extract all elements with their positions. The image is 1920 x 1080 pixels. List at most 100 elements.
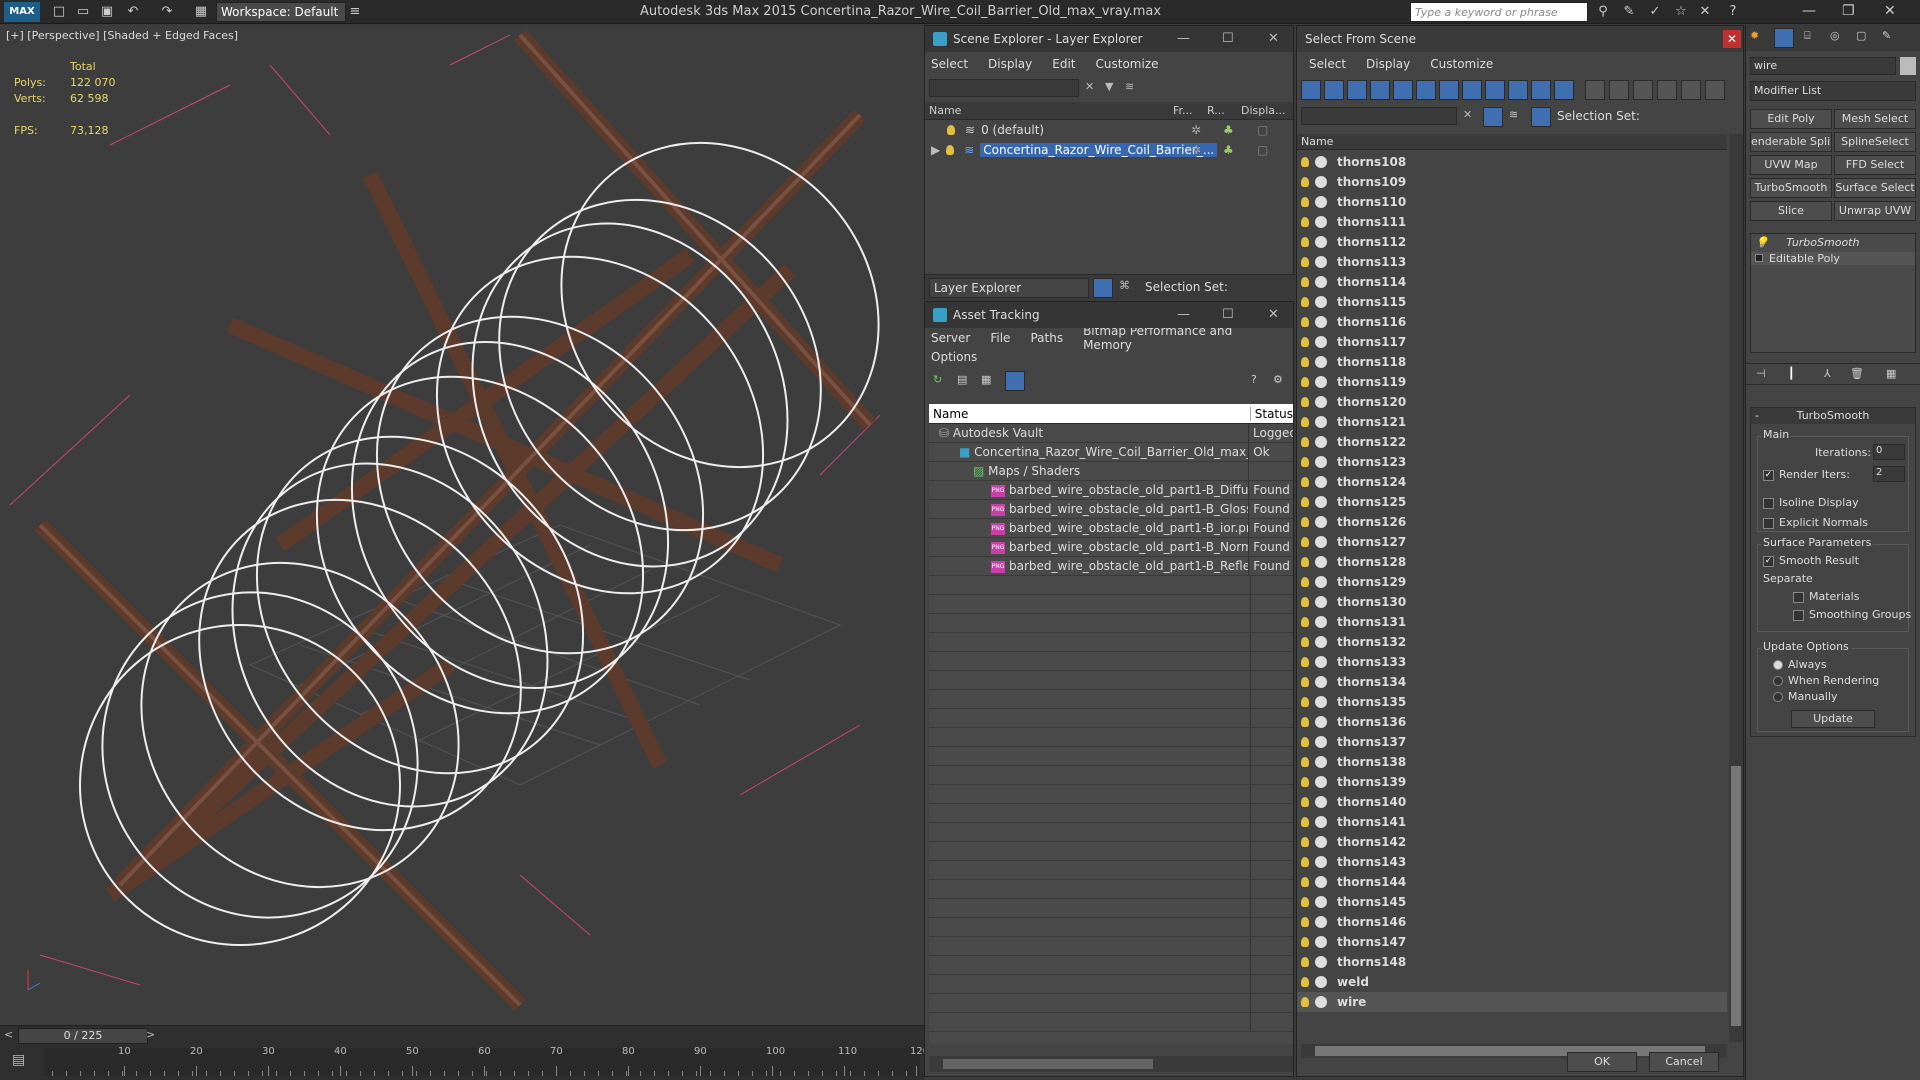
modifier-list-dropdown[interactable]: Modifier List [1750, 81, 1916, 101]
scene-object-row[interactable]: thorns110 [1297, 192, 1727, 212]
render-icon[interactable]: ♣ [1223, 123, 1234, 137]
settings-icon[interactable]: ⚙ [1273, 373, 1283, 386]
display-tab-icon[interactable]: ▢ [1856, 29, 1866, 42]
display-icon[interactable]: ▢ [1257, 123, 1268, 137]
asset-row[interactable]: ■ Concertina_Razor_Wire_Coil_Barrier_Old… [929, 443, 1293, 462]
scene-object-row[interactable]: thorns111 [1297, 212, 1727, 232]
scene-object-row[interactable]: thorns143 [1297, 852, 1727, 872]
scene-object-row[interactable]: thorns128 [1297, 552, 1727, 572]
menu-edit[interactable]: Edit [1052, 57, 1075, 71]
when-rendering-radio[interactable]: When Rendering [1773, 674, 1879, 687]
scene-explorer-search-field[interactable] [929, 79, 1079, 97]
scene-object-row[interactable]: thorns138 [1297, 752, 1727, 772]
isoline-display-checkbox[interactable]: Isoline Display [1763, 496, 1859, 509]
scene-object-row[interactable]: thorns116 [1297, 312, 1727, 332]
layer-visible-icon[interactable] [947, 125, 955, 135]
scene-object-row[interactable]: thorns127 [1297, 532, 1727, 552]
menu-display[interactable]: Display [988, 57, 1032, 71]
hierarchy-toggle-icon[interactable] [1681, 80, 1701, 100]
show-end-result-icon[interactable]: ┃ [1788, 367, 1795, 380]
sfs-menu-customize[interactable]: Customize [1430, 57, 1493, 71]
scene-object-row[interactable]: thorns145 [1297, 892, 1727, 912]
geometry-filter-icon[interactable] [1301, 80, 1321, 100]
scene-object-row[interactable]: thorns139 [1297, 772, 1727, 792]
dialog-close-icon[interactable]: ✕ [1723, 30, 1741, 48]
asset-col-name[interactable]: Name [929, 406, 1251, 421]
scene-object-row[interactable]: thorns126 [1297, 512, 1727, 532]
utilities-tab-icon[interactable]: ✎ [1882, 29, 1891, 42]
help-icon[interactable]: ? [1251, 373, 1257, 386]
sfs-vertical-scrollbar[interactable] [1729, 134, 1743, 1042]
x-tools-icon[interactable]: ✕ [1696, 3, 1714, 21]
restore-window-icon[interactable]: ❐ [1842, 3, 1855, 19]
groups-filter-icon[interactable] [1439, 80, 1459, 100]
scene-object-row[interactable]: thorns124 [1297, 472, 1727, 492]
workspace-menu-icon[interactable]: ≡ [346, 3, 364, 21]
scene-object-row[interactable]: thorns134 [1297, 672, 1727, 692]
modifier-button[interactable]: Slice [1750, 201, 1832, 221]
scene-object-row[interactable]: thorns146 [1297, 912, 1727, 932]
subscription-icon[interactable]: ✎ [1620, 3, 1638, 21]
display-icon[interactable]: ▢ [1257, 143, 1268, 157]
scene-object-row[interactable]: thorns114 [1297, 272, 1727, 292]
col-name[interactable]: Name [925, 104, 1173, 117]
scene-object-row[interactable]: thorns112 [1297, 232, 1727, 252]
detail-view-icon[interactable]: ▦ [981, 373, 991, 386]
save-icon[interactable]: ▣ [98, 3, 116, 21]
scene-object-row[interactable]: thorns147 [1297, 932, 1727, 952]
modifier-button[interactable]: Surface Select [1834, 178, 1916, 198]
smoothing-groups-checkbox[interactable]: Smoothing Groups [1793, 608, 1911, 621]
filter-icon[interactable]: ▼ [1105, 80, 1113, 93]
columns-icon[interactable] [1705, 80, 1725, 100]
communication-icon[interactable]: ✓ [1646, 3, 1664, 21]
search-input[interactable]: Type a keyword or phrase [1410, 2, 1588, 22]
scene-object-row[interactable]: thorns136 [1297, 712, 1727, 732]
modifier-button[interactable]: SplineSelect [1834, 132, 1916, 152]
col-freeze[interactable]: Fr... [1173, 104, 1207, 117]
scene-object-row[interactable]: thorns137 [1297, 732, 1727, 752]
scene-explorer-close-icon[interactable]: ✕ [1268, 26, 1279, 52]
modify-tab-icon[interactable] [1774, 28, 1794, 48]
object-color-swatch[interactable] [1900, 57, 1916, 75]
render-icon[interactable]: ♣ [1223, 143, 1234, 157]
hierarchy-tab-icon[interactable]: ⌸ [1804, 29, 1811, 43]
scene-object-row[interactable]: thorns108 [1297, 152, 1727, 172]
asset-tracking-title-bar[interactable]: Asset Tracking — ☐ ✕ [925, 302, 1293, 328]
asset-row[interactable]: ⛁ Autodesk Vault Logged [929, 424, 1293, 443]
time-slider[interactable]: 0 / 225 [18, 1028, 148, 1044]
asset-tracking-minimize-icon[interactable]: — [1177, 302, 1190, 328]
spacewarps-filter-icon[interactable] [1416, 80, 1436, 100]
scene-object-row[interactable]: thorns121 [1297, 412, 1727, 432]
configure-sets-icon[interactable]: ▦ [1886, 367, 1896, 380]
help-icon[interactable]: ? [1724, 3, 1742, 21]
menu-file[interactable]: File [990, 331, 1010, 345]
explorer-type-dropdown[interactable]: Layer Explorer [929, 278, 1089, 298]
open-file-icon[interactable]: ▭ [74, 3, 92, 21]
object-name-field[interactable]: wire [1750, 57, 1896, 75]
close-window-icon[interactable]: ✕ [1884, 3, 1896, 19]
rollout-title[interactable]: - TurboSmooth [1751, 408, 1915, 424]
asset-tracking-close-icon[interactable]: ✕ [1268, 302, 1279, 328]
scene-object-row[interactable]: thorns129 [1297, 572, 1727, 592]
remove-modifier-icon[interactable]: 🗑 [1850, 367, 1864, 380]
menu-options[interactable]: Options [931, 350, 977, 364]
containers-filter-icon[interactable] [1508, 80, 1528, 100]
scene-explorer-minimize-icon[interactable]: — [1177, 26, 1190, 52]
refresh-icon[interactable]: ↻ [933, 373, 942, 386]
redo-icon[interactable]: ↷ [158, 3, 176, 21]
scene-object-row[interactable]: thorns115 [1297, 292, 1727, 312]
scene-object-row[interactable]: weld [1297, 972, 1727, 992]
asset-row[interactable]: PNG barbed_wire_obstacle_old_part1-B_Refl… [929, 557, 1293, 576]
list-view-icon[interactable]: ▤ [957, 373, 967, 386]
new-file-icon[interactable]: □ [50, 3, 68, 21]
modifier-button[interactable]: enderable Splir [1750, 132, 1832, 152]
hidden-filter-icon[interactable] [1554, 80, 1574, 100]
binoculars-icon[interactable]: ⚲ [1594, 3, 1612, 21]
perspective-viewport[interactable]: [+] [Perspective] [Shaded + Edged Faces]… [0, 25, 924, 1025]
create-tab-icon[interactable]: ✹ [1750, 29, 1759, 42]
sfs-clear-icon[interactable]: ✕ [1463, 108, 1472, 121]
track-bar[interactable]: 10 20 30 40 50 60 70 80 90 100 110 120 [44, 1046, 929, 1076]
lights-filter-icon[interactable] [1347, 80, 1367, 100]
sfs-filter-icon[interactable] [1483, 107, 1503, 127]
make-unique-icon[interactable]: ⅄ [1824, 367, 1831, 380]
